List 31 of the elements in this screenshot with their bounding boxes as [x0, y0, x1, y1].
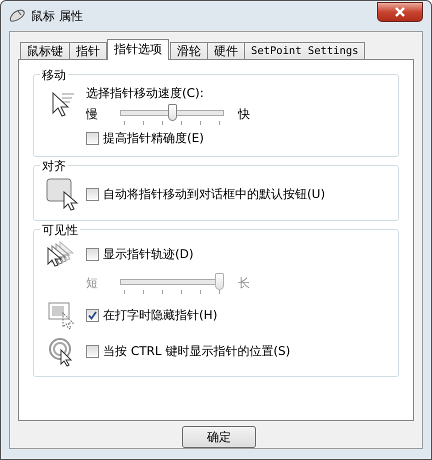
- checkbox-label[interactable]: 在打字时隐藏指针(H): [103, 307, 218, 324]
- mouse-icon: [9, 9, 25, 23]
- slider-min-label: 慢: [86, 106, 99, 124]
- close-icon: [394, 7, 406, 17]
- group-title: 对齐: [40, 158, 68, 175]
- checkbox[interactable]: [86, 132, 99, 146]
- slider-max-label: 快: [236, 106, 250, 124]
- close-button[interactable]: [377, 2, 423, 22]
- group-title: 可见性: [40, 222, 80, 239]
- checkbox[interactable]: [86, 345, 99, 358]
- window-title: 鼠标 属性: [31, 8, 83, 24]
- speed-label: 选择指针移动速度(C):: [86, 84, 205, 102]
- group-title: 移动: [40, 66, 68, 84]
- checkbox-label[interactable]: 自动将指针移动到对话框中的默认按钮(U): [103, 186, 326, 204]
- button-pointer-icon: [46, 178, 80, 212]
- slider-thumb[interactable]: [168, 104, 176, 121]
- slider-max-label: 长: [237, 275, 250, 292]
- checkbox-label[interactable]: 显示指针轨迹(D): [103, 246, 194, 264]
- dialog-button[interactable]: 确定: [182, 426, 256, 448]
- checkbox[interactable]: [86, 188, 99, 202]
- tab[interactable]: 指针选项: [107, 38, 169, 60]
- checkbox[interactable]: [86, 309, 99, 322]
- tab[interactable]: 硬件: [207, 42, 245, 60]
- checkbox-label[interactable]: 当按 CTRL 键时显示指针的位置(S): [103, 343, 290, 360]
- tab[interactable]: 滑轮: [170, 42, 208, 60]
- tab[interactable]: 指针: [69, 42, 107, 60]
- checkbox-label[interactable]: 提高指针精确度(E): [103, 130, 204, 148]
- tab[interactable]: 鼠标键: [20, 42, 70, 60]
- checkbox[interactable]: [86, 248, 99, 262]
- slider-min-label: 短: [86, 275, 99, 292]
- tab[interactable]: SetPoint Settings: [244, 42, 366, 60]
